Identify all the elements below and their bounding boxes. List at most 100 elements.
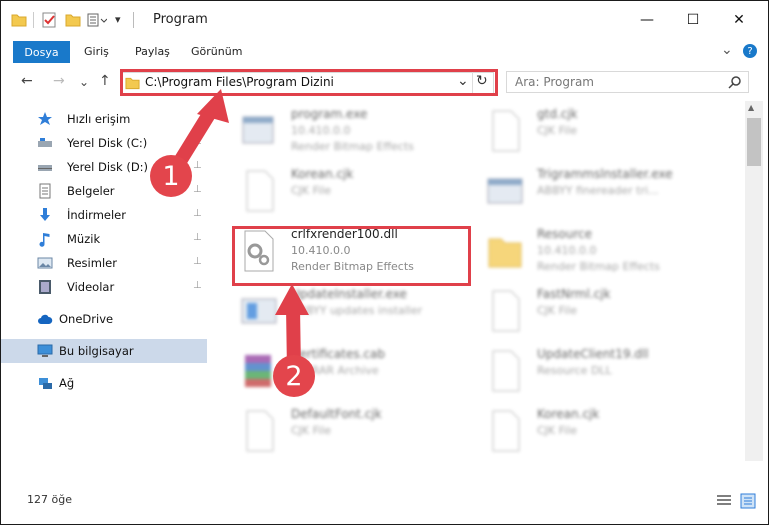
file-description: Render Bitmap Effects xyxy=(291,140,414,153)
title-separator xyxy=(133,12,134,28)
properties-icon[interactable] xyxy=(41,12,57,28)
file-icon xyxy=(492,290,520,332)
file-type: ABBYY updates installer xyxy=(291,304,423,317)
tab-view[interactable]: Görünüm xyxy=(191,45,242,58)
minimize-button[interactable]: — xyxy=(624,1,670,39)
drive-icon xyxy=(38,165,52,171)
qa-separator xyxy=(33,12,34,28)
search-placeholder: Ara: Program xyxy=(515,75,594,89)
file-name: UpdateInstaller.exe xyxy=(291,287,407,301)
file-name: FastNrml.cjk xyxy=(537,287,611,301)
customize-toolbar-icon[interactable] xyxy=(87,12,107,28)
scroll-up-icon[interactable]: ▲ xyxy=(748,103,754,112)
file-item[interactable]: FastNrml.cjk CJK File xyxy=(477,285,707,339)
file-name: Korean.cjk xyxy=(537,407,600,421)
sidebar-item-pictures[interactable]: Resimler ⊥ xyxy=(1,251,207,275)
customize-dropdown-icon[interactable]: ▾ xyxy=(115,13,121,26)
sidebar-item-label: Hızlı erişim xyxy=(67,112,131,126)
cloud-icon xyxy=(38,314,53,324)
ribbon-bar xyxy=(1,39,768,64)
file-highlight-box xyxy=(232,226,471,286)
installer-icon xyxy=(487,178,523,204)
file-version: 10.410.0.0 xyxy=(537,244,597,257)
file-name: program.exe xyxy=(291,107,368,121)
sidebar-item-quick-access[interactable]: Hızlı erişim xyxy=(1,107,207,131)
new-folder-icon[interactable] xyxy=(65,12,81,28)
sidebar-item-downloads[interactable]: İndirmeler ⊥ xyxy=(1,203,207,227)
sidebar-item-this-pc[interactable]: Bu bilgisayar xyxy=(1,339,207,363)
pin-icon[interactable]: ⊥ xyxy=(193,280,202,291)
file-type: ABBYY finereader tri... xyxy=(537,184,659,197)
file-name: DefaultFont.cjk xyxy=(291,407,382,421)
sidebar-item-label: Müzik xyxy=(67,232,101,246)
expand-ribbon-icon[interactable]: ⌄ xyxy=(721,42,733,58)
file-item[interactable]: gtd.cjk CJK File xyxy=(477,105,707,159)
file-item[interactable]: UpdateClient19.dll Resource DLL xyxy=(477,345,707,399)
close-button[interactable]: ✕ xyxy=(716,1,762,39)
sidebar-item-videos[interactable]: Videolar ⊥ xyxy=(1,275,207,299)
file-version: 10.410.0.0 xyxy=(291,124,351,137)
file-type: CJK File xyxy=(537,124,578,137)
explorer-window: ▾ Program — ☐ ✕ Dosya Giriş Paylaş Görün… xyxy=(0,0,769,525)
help-icon[interactable]: ? xyxy=(743,44,757,58)
annotation-badge-2: 2 xyxy=(273,355,315,397)
file-item[interactable]: Certificates.cab WinRAR Archive xyxy=(231,345,461,399)
video-icon xyxy=(39,280,51,294)
pin-icon[interactable]: ⊥ xyxy=(193,208,202,219)
pin-icon[interactable]: ⊥ xyxy=(193,136,202,147)
item-count: 127 öğe xyxy=(27,493,72,506)
sidebar-item-label: Bu bilgisayar xyxy=(59,344,134,358)
file-type: CJK File xyxy=(291,184,332,197)
up-button[interactable]: ↑ xyxy=(99,73,111,89)
pin-icon[interactable]: ⊥ xyxy=(193,256,202,267)
window-title: Program xyxy=(153,12,208,27)
annotation-badge-1: 1 xyxy=(150,155,192,197)
file-description: Render Bitmap Effects xyxy=(537,260,660,273)
address-highlight-box xyxy=(120,69,498,96)
recent-locations-button[interactable]: ⌄ xyxy=(79,75,89,89)
back-button[interactable]: ← xyxy=(21,73,33,89)
network-icon xyxy=(39,378,52,389)
file-icon xyxy=(246,170,274,212)
pin-icon[interactable]: ⊥ xyxy=(193,160,202,171)
details-view-icon[interactable] xyxy=(716,494,732,508)
tab-share[interactable]: Paylaş xyxy=(135,45,170,58)
computer-icon xyxy=(37,344,53,357)
exe-icon xyxy=(242,116,274,144)
file-icon xyxy=(246,410,274,452)
sidebar-item-music[interactable]: Müzik ⊥ xyxy=(1,227,207,251)
sidebar-item-label: İndirmeler xyxy=(67,208,126,222)
file-item[interactable]: DefaultFont.cjk CJK File xyxy=(231,405,461,459)
folder-icon xyxy=(488,238,522,268)
maximize-button[interactable]: ☐ xyxy=(670,1,716,39)
file-name: Trigrammslnstaller.exe xyxy=(537,167,673,181)
title-bar: ▾ Program — ☐ ✕ xyxy=(1,1,768,39)
status-bar xyxy=(1,486,768,524)
drive-icon xyxy=(38,138,52,147)
folder-icon[interactable] xyxy=(11,12,27,28)
file-name: UpdateClient19.dll xyxy=(537,347,649,361)
sidebar-item-onedrive[interactable]: OneDrive xyxy=(1,307,207,331)
pin-icon[interactable]: ⊥ xyxy=(193,184,202,195)
download-icon xyxy=(40,208,50,221)
file-icon xyxy=(492,110,520,152)
scrollbar-thumb[interactable] xyxy=(747,118,761,166)
pictures-icon xyxy=(37,257,53,269)
sidebar-item-label: Belgeler xyxy=(67,184,115,198)
search-icon[interactable] xyxy=(728,75,742,89)
forward-button[interactable]: → xyxy=(53,73,65,89)
file-item[interactable]: Korean.cjk CJK File xyxy=(231,165,461,219)
file-item[interactable]: Trigrammslnstaller.exe ABBYY finereader … xyxy=(477,165,707,219)
tab-file[interactable]: Dosya xyxy=(13,41,70,63)
file-item[interactable]: Resource 10.410.0.0 Render Bitmap Effect… xyxy=(477,225,707,279)
file-item[interactable]: UpdateInstaller.exe ABBYY updates instal… xyxy=(231,285,461,339)
file-item[interactable]: program.exe 10.410.0.0 Render Bitmap Eff… xyxy=(231,105,461,159)
sidebar-item-local-disk-c[interactable]: Yerel Disk (C:) ⊥ xyxy=(1,131,207,155)
file-item[interactable]: Korean.cjk CJK File xyxy=(477,405,707,459)
document-icon xyxy=(39,183,51,199)
sidebar-item-network[interactable]: Ağ xyxy=(1,371,207,395)
pin-icon[interactable]: ⊥ xyxy=(193,232,202,243)
file-type: CJK File xyxy=(537,424,578,437)
tab-home[interactable]: Giriş xyxy=(84,45,109,58)
large-icons-view-icon[interactable] xyxy=(740,493,756,509)
